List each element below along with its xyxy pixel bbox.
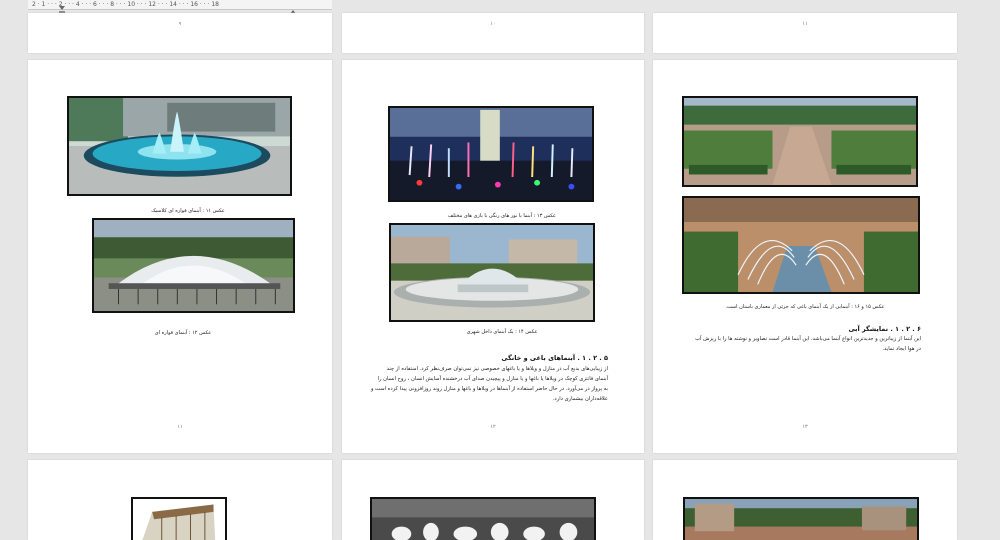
figure-caption: عکس ۱۴ : یک آبنمای داخل شهری xyxy=(466,329,538,335)
section-body: این آبنما از زیباترین و جدیدترین انواع آ… xyxy=(683,334,921,354)
page-middle: عکس ۱۳ : آبنما با نور های رنگی با بازی ه… xyxy=(342,60,644,453)
section-heading: ۶ . ۲ . ۱ . نمایشگر آبی xyxy=(848,325,921,333)
horizontal-ruler[interactable]: 2 · 1 · · · 2 · · · 4 · · · 6 · · · 8 · … xyxy=(28,0,332,14)
body-line: این آبنما از زیباترین و جدیدترین انواع آ… xyxy=(695,336,921,342)
fountain-photo-classic xyxy=(67,96,292,196)
page-number: ۹ xyxy=(178,21,182,27)
body-line: در هوا ایجاد نماید. xyxy=(882,346,921,352)
section-heading: ۵ . ۲ . ۱ . آبنماهای باغی و خانگی xyxy=(501,354,608,362)
page-number: ۱۰ xyxy=(490,21,496,27)
body-line: علاقه‌داران بیشماری دارد. xyxy=(552,396,608,402)
section-body: از زیبایی‌های بدیع آب در منازل و ویلاها … xyxy=(370,364,608,404)
page-number: ۱۱ xyxy=(177,424,183,430)
left-indent-marker[interactable] xyxy=(59,0,65,14)
fountain-photo-colored-lights xyxy=(388,106,594,202)
page-bottom-middle xyxy=(342,460,644,540)
page-bottom-right xyxy=(653,460,957,540)
page-top-left: ۹ xyxy=(28,13,332,53)
garden-fountain-photo xyxy=(682,196,920,294)
figure-caption: عکس ۱۱ : آبنمای فواره ای کلاسیک xyxy=(151,208,225,214)
right-indent-marker[interactable] xyxy=(290,0,296,14)
page-bottom-left xyxy=(28,460,332,540)
page-number: ۱۲ xyxy=(490,424,496,430)
page-number: ۱۳ xyxy=(802,424,808,430)
figure-caption: عکس ۱۵ و ۱۶ : آبنمایی از یک آبنمای باغی … xyxy=(725,304,885,310)
page-top-middle: ۱۰ xyxy=(342,13,644,53)
body-line: از زیبایی‌های بدیع آب در منازل و ویلاها … xyxy=(386,366,608,372)
garden-photo xyxy=(682,96,918,187)
body-line: به پرواز در می‌آورد. در حال حاضر استفاده… xyxy=(370,386,608,392)
figure-caption: عکس ۱۳ : آبنما با نور های رنگی با بازی ه… xyxy=(448,213,556,219)
page-number: ۱۱ xyxy=(802,21,808,27)
fountain-photo-urban xyxy=(389,223,595,322)
figure-caption: عکس ۱۲ : آبنمای فواره ای xyxy=(154,330,212,336)
fountain-photo-dome xyxy=(92,218,295,313)
page-right: عکس ۱۵ و ۱۶ : آبنمایی از یک آبنمای باغی … xyxy=(653,60,957,453)
page-left: عکس ۱۱ : آبنمای فواره ای کلاسیک عکس ۱۲ :… xyxy=(28,60,332,453)
body-line: آبنمای فانتزی کوچک در ویلاها یا باغها و … xyxy=(377,376,608,382)
page-top-right: ۱۱ xyxy=(653,13,957,53)
